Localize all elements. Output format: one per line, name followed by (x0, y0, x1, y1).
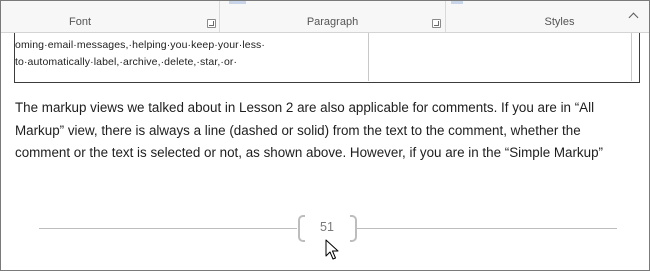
styles-group-label: Styles (544, 16, 575, 28)
page-separator-line (39, 228, 297, 229)
page-separator-line (357, 228, 617, 229)
font-dialog-launcher-icon[interactable] (207, 19, 216, 28)
paragraph-dialog-launcher-icon[interactable] (432, 19, 441, 28)
page-number-bracket-right (350, 215, 357, 242)
paragraph-group: Paragraph (220, 1, 446, 32)
mouse-pointer-icon (325, 239, 339, 260)
ribbon-group-bar: Font Paragraph Styles (1, 1, 649, 33)
body-text-line: The markup views we talked about in Less… (15, 100, 595, 115)
page-number: 51 (320, 220, 334, 234)
embedded-text-line: to·automatically·label,·archive,·delete,… (15, 56, 238, 68)
column-divider (368, 33, 369, 81)
document-window: Font Paragraph Styles oming·email·messag… (0, 0, 650, 271)
font-group: Font (1, 1, 220, 32)
page-number-bracket-left (298, 215, 305, 242)
collapse-ribbon-icon[interactable] (627, 11, 641, 21)
column-divider (631, 33, 632, 81)
paragraph-group-label: Paragraph (306, 16, 359, 28)
embedded-screenshot-image: oming·email·messages,·helping·you·keep·y… (14, 33, 640, 83)
font-group-label: Font (68, 16, 91, 28)
styles-group: Styles (446, 1, 649, 32)
body-text-line: Markup” view, there is always a line (da… (15, 122, 581, 138)
document-body[interactable]: The markup views we talked about in Less… (15, 97, 635, 165)
embedded-text-line: oming·email·messages,·helping·you·keep·y… (15, 39, 265, 51)
body-text-line: comment or the text is selected or not, … (15, 145, 603, 160)
